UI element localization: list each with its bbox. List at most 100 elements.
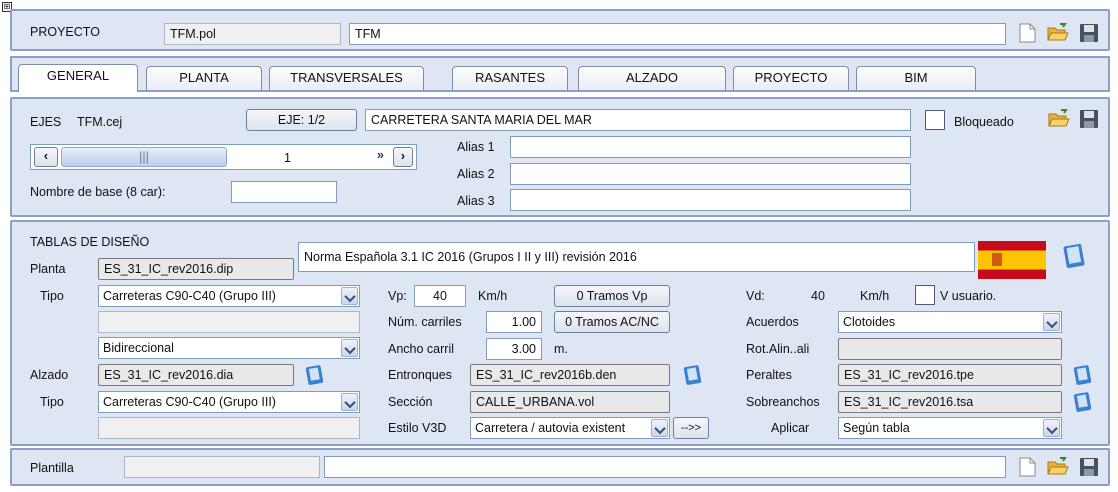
vd-label: Vd: [746, 289, 765, 303]
save-icon[interactable] [1078, 456, 1100, 478]
peraltes-field: ES_31_IC_rev2016.tpe [838, 364, 1062, 386]
vd-value: 40 [811, 289, 825, 303]
chevron-down-icon[interactable] [1043, 313, 1060, 331]
tipo1-select-value: Carreteras C90-C40 (Grupo III) [103, 289, 276, 303]
new-file-icon[interactable] [1016, 22, 1038, 44]
rot-field [838, 338, 1062, 360]
tab-planta[interactable]: PLANTA [146, 66, 262, 90]
plantilla-label: Plantilla [30, 461, 74, 475]
new-file-icon[interactable] [1016, 456, 1038, 478]
alzado-label: Alzado [30, 368, 69, 382]
tipo1-blank-field [98, 311, 360, 333]
alias3-field[interactable] [510, 189, 911, 211]
tipo2-select-value: Carreteras C90-C40 (Grupo III) [103, 395, 276, 409]
aplicar-select-value: Según tabla [843, 421, 910, 435]
ejes-file: TFM.cej [77, 115, 123, 129]
tipo1-select[interactable]: Carreteras C90-C40 (Grupo III) [98, 285, 360, 307]
open-folder-icon[interactable] [1047, 22, 1069, 44]
estilo-select-value: Carretera / autovia existent [475, 421, 626, 435]
base-name-label: Nombre de base (8 car): [30, 185, 166, 199]
chevron-down-icon[interactable] [341, 339, 358, 357]
plantilla-file-field [124, 456, 320, 478]
scroll-next-fast-icon[interactable]: » [377, 148, 384, 162]
acuerdos-label: Acuerdos [746, 315, 799, 329]
estilo-label: Estilo V3D [388, 421, 447, 435]
vp-field[interactable]: 40 [414, 285, 466, 307]
notepad-icon[interactable] [1072, 390, 1094, 412]
ancho-unit: m. [554, 342, 568, 356]
project-label: PROYECTO [30, 25, 100, 39]
alias3-label: Alias 3 [457, 194, 495, 208]
bloqueado-checkbox[interactable] [925, 110, 945, 130]
save-icon[interactable] [1078, 108, 1100, 130]
save-icon[interactable] [1078, 22, 1100, 44]
planta-label: Planta [30, 262, 66, 276]
notepad-icon[interactable] [1072, 363, 1094, 385]
tipo2-blank-field [98, 417, 360, 439]
plantilla-name-field[interactable] [324, 456, 1006, 478]
tab-bim[interactable]: BIM [856, 66, 976, 90]
scroll-value: 1 [284, 151, 291, 165]
alias1-label: Alias 1 [457, 140, 495, 154]
scroll-next-button[interactable]: › [393, 147, 413, 167]
planta-file-field: ES_31_IC_rev2016.dip [98, 258, 294, 280]
direccion-select[interactable]: Bidireccional [98, 337, 360, 359]
tab-rasantes[interactable]: RASANTES [452, 66, 568, 90]
seccion-field: CALLE_URBANA.vol [470, 391, 670, 413]
tramos-ac-button[interactable]: 0 Tramos AC/NC [554, 311, 670, 333]
tab-alzado[interactable]: ALZADO [578, 66, 726, 90]
ejes-label: EJES [30, 115, 62, 129]
tab-general[interactable]: GENERAL [18, 64, 138, 92]
project-file-field: TFM.pol [164, 23, 341, 45]
tipo2-select[interactable]: Carreteras C90-C40 (Grupo III) [98, 391, 360, 413]
open-folder-icon[interactable] [1048, 108, 1070, 130]
chevron-down-icon[interactable] [341, 393, 358, 411]
alzado-file-field: ES_31_IC_rev2016.dia [98, 364, 294, 386]
sobreanchos-field: ES_31_IC_rev2016.tsa [838, 391, 1062, 413]
aplicar-select[interactable]: Según tabla [838, 417, 1062, 439]
entronques-field: ES_31_IC_rev2016b.den [470, 364, 670, 386]
vp-label: Vp: [388, 289, 407, 303]
estilo-select[interactable]: Carretera / autovia existent [470, 417, 670, 439]
alias2-field[interactable] [510, 163, 911, 185]
norma-field: Norma Española 3.1 IC 2016 (Grupos I II … [298, 242, 975, 272]
acuerdos-select-value: Clotoides [843, 315, 896, 329]
vd-unit: Km/h [860, 289, 890, 303]
chevron-down-icon[interactable] [1043, 419, 1060, 437]
tab-proyecto[interactable]: PROYECTO [733, 66, 849, 90]
entronques-label: Entronques [388, 368, 452, 382]
ancho-label: Ancho carril [388, 342, 454, 356]
notepad-icon[interactable] [1062, 241, 1088, 269]
project-name-field[interactable]: TFM [349, 23, 1006, 45]
chevron-down-icon[interactable] [651, 419, 668, 437]
carriles-field[interactable]: 1.00 [486, 311, 542, 333]
eje-name-field[interactable]: CARRETERA SANTA MARIA DEL MAR [365, 109, 911, 131]
eje-selector-button[interactable]: EJE: 1/2 [246, 109, 357, 131]
acuerdos-select[interactable]: Clotoides [838, 311, 1062, 333]
spain-flag-icon [978, 241, 1046, 279]
aplicar-label: Aplicar [771, 421, 810, 435]
tramos-vp-button[interactable]: 0 Tramos Vp [554, 285, 670, 307]
scroll-prev-button[interactable]: ‹ [34, 147, 58, 167]
base-name-field[interactable] [231, 181, 337, 203]
v-usuario-checkbox[interactable] [915, 285, 935, 305]
scroll-thumb[interactable]: ||| [61, 147, 227, 167]
estilo-go-button[interactable]: -->> [673, 417, 709, 439]
vp-unit: Km/h [478, 289, 508, 303]
notepad-icon[interactable] [682, 363, 704, 385]
v-usuario-label: V usuario. [940, 289, 997, 303]
sobreanchos-label: Sobreanchos [746, 395, 820, 409]
seccion-label: Sección [388, 395, 433, 409]
tablas-title: TABLAS DE DISEÑO [30, 235, 150, 249]
ancho-field[interactable]: 3.00 [486, 338, 542, 360]
alias1-field[interactable] [510, 136, 911, 158]
notepad-icon[interactable] [304, 363, 326, 385]
open-folder-icon[interactable] [1047, 456, 1069, 478]
bloqueado-label: Bloqueado [954, 115, 1014, 129]
tipo2-label: Tipo [40, 395, 64, 409]
tab-transversales[interactable]: TRANSVERSALES [269, 66, 424, 90]
chevron-down-icon[interactable] [341, 287, 358, 305]
alias2-label: Alias 2 [457, 167, 495, 181]
carriles-label: Núm. carriles [388, 315, 462, 329]
rot-label: Rot.Alin..ali [746, 342, 810, 356]
